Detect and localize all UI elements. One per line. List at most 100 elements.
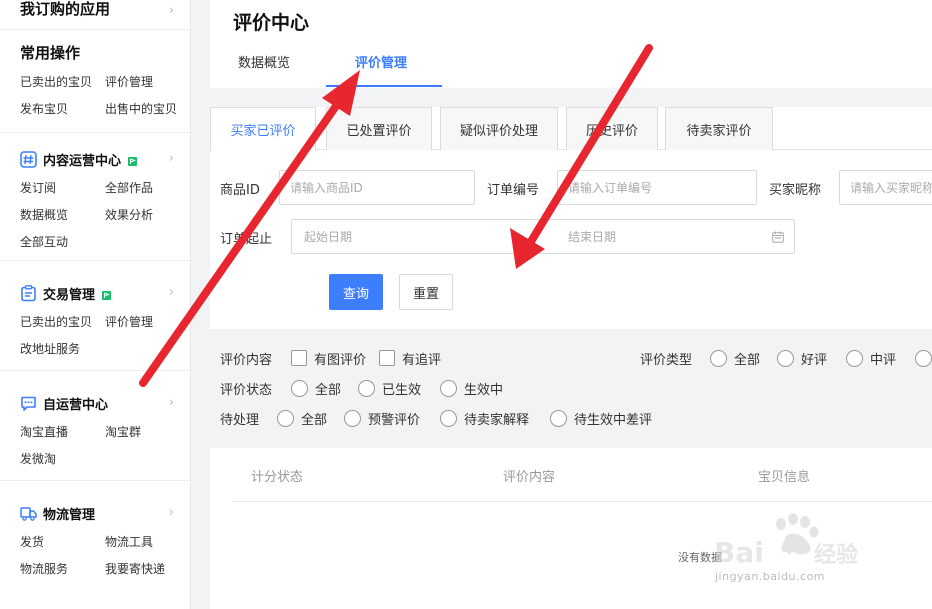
product-id-placeholder: 请输入商品ID [290,181,363,195]
tab-data-overview[interactable]: 数据概览 [238,52,290,71]
order-no-placeholder: 请输入订单编号 [568,181,653,195]
radio[interactable] [440,409,457,427]
filter-type-all[interactable]: 全部 [710,348,760,368]
filter-pending-warning[interactable]: 预警评价 [344,408,420,428]
subtab-history[interactable]: 历史评价 [566,107,658,150]
reset-button[interactable]: 重置 [399,274,453,310]
checkbox[interactable] [379,350,395,366]
sidebar-link[interactable]: 出售中的宝贝 [105,100,190,117]
filter-content-label: 评价内容 [220,352,273,368]
sidebar-link[interactable]: 评价管理 [105,73,190,90]
sidebar-section-title: 内容运营中心 [43,153,122,169]
sidebar-common-actions: 常用操作 已卖出的宝贝 评价管理 发布宝贝 出售中的宝贝 [0,30,190,133]
sidebar-link[interactable]: 发布宝贝 [20,100,105,117]
subtab-bar: 买家已评价 已处置评价 疑似评价处理 历史评价 待卖家评价 [210,107,932,151]
order-no-input[interactable]: 请输入订单编号 [557,170,757,205]
sidebar-common-title: 常用操作 [20,44,81,62]
radio[interactable] [291,379,308,397]
filter-pending-negative[interactable]: 待生效中差评 [550,408,652,428]
sidebar-link[interactable]: 淘宝直播 [20,423,105,440]
subtab-seller-pending[interactable]: 待卖家评价 [665,107,773,150]
chat-bubble-icon [20,395,37,412]
chevron-right-icon[interactable]: › [169,395,174,410]
sidebar-link[interactable]: 全部作品 [105,179,190,196]
watermark-url: jingyan.baidu.com [715,570,826,583]
subtab-suspected[interactable]: 疑似评价处理 [440,107,558,150]
option-label: 有追评 [402,352,442,368]
sidebar-link[interactable]: 全部互动 [20,233,105,250]
radio[interactable] [277,409,294,427]
filter-pending-all[interactable]: 全部 [277,408,327,428]
sidebar-link[interactable]: 已卖出的宝贝 [20,313,105,330]
filter-status-pending-effect[interactable]: 生效中 [440,378,503,398]
sidebar-link[interactable]: 数据概览 [20,206,105,223]
query-button[interactable]: 查询 [329,274,383,310]
app-root: 我订购的应用 › 常用操作 已卖出的宝贝 评价管理 发布宝贝 出售中的宝贝 内容… [0,0,932,609]
calendar-icon[interactable] [772,231,784,243]
order-no-label: 订单编号 [487,183,540,198]
option-label: 生效中 [464,382,504,398]
tab-review-management[interactable]: 评价管理 [355,52,407,71]
sidebar-top-title: 我订购的应用 [20,0,111,18]
chevron-right-icon[interactable]: › [169,505,174,520]
chevron-right-icon[interactable]: › [169,285,174,300]
sidebar-section-header[interactable]: 内容运营中心 [20,147,190,171]
filter-area: 评价内容 有图评价 有追评 评价类型 全部 好评 中评 评价状态 全部 已生效 … [210,330,932,430]
product-id-label: 商品ID [220,183,260,198]
filter-status-all[interactable]: 全部 [291,378,341,398]
sidebar-section-self-ops: 自运营中心 › 淘宝直播 淘宝群 发微淘 [0,371,190,481]
filter-status-effective[interactable]: 已生效 [358,378,421,398]
sidebar-link[interactable]: 发微淘 [20,450,105,467]
filter-option-with-images[interactable]: 有图评价 [291,348,366,368]
date-range-picker[interactable]: 起始日期 结束日期 [291,219,795,254]
sidebar-link[interactable]: 效果分析 [105,206,190,223]
filter-pending-seller-explain[interactable]: 待卖家解释 [440,408,529,428]
sidebar-section-content-ops: 内容运营中心 › 发订阅 全部作品 数据概览 效果分析 全部互动 [0,133,190,261]
sidebar-link[interactable]: 发订阅 [20,179,105,196]
active-tab-indicator [326,85,442,87]
radio[interactable] [440,379,457,397]
svg-text:du: du [770,546,796,567]
radio[interactable] [358,379,375,397]
checkbox[interactable] [291,350,307,366]
subtab-handled[interactable]: 已处置评价 [326,107,432,150]
sidebar-section-header[interactable]: 物流管理 [20,501,190,525]
filter-option-with-followup[interactable]: 有追评 [379,348,441,368]
sidebar-subscribed-apps[interactable]: 我订购的应用 › [0,0,190,30]
sidebar-link[interactable]: 改地址服务 [20,340,105,357]
sidebar-link[interactable]: 物流服务 [20,560,105,577]
sidebar-link[interactable]: 评价管理 [105,313,190,330]
radio[interactable] [777,349,794,367]
buyer-nick-label: 买家昵称 [769,183,822,198]
sidebar-link[interactable]: 已卖出的宝贝 [20,73,105,90]
chevron-right-icon[interactable]: › [169,151,174,166]
option-label: 好评 [801,352,828,368]
sidebar-link[interactable]: 发货 [20,533,105,550]
sidebar-section-header[interactable]: 交易管理 [20,281,190,305]
column-header-review-content: 评价内容 [503,470,556,485]
buyer-nick-input[interactable]: 请输入买家昵称 [839,170,932,205]
filter-type-more[interactable] [915,348,932,368]
option-label: 有图评价 [314,352,367,368]
radio[interactable] [550,409,567,427]
truck-icon [20,505,37,522]
radio[interactable] [710,349,727,367]
product-id-input[interactable]: 请输入商品ID [279,170,475,205]
sidebar-link[interactable]: 物流工具 [105,533,190,550]
filter-type-medium[interactable]: 中评 [846,348,896,368]
option-label: 已生效 [382,382,422,398]
radio[interactable] [846,349,863,367]
filter-pending-label: 待处理 [220,412,260,428]
sidebar-link[interactable]: 我要寄快递 [105,560,190,577]
sidebar-link[interactable]: 淘宝群 [105,423,190,440]
column-header-score-status: 计分状态 [251,470,304,485]
radio[interactable] [344,409,361,427]
filter-type-good[interactable]: 好评 [777,348,827,368]
subtab-buyer-reviewed[interactable]: 买家已评价 [210,107,316,151]
search-panel: 买家已评价 已处置评价 疑似评价处理 历史评价 待卖家评价 商品ID 请输入商品… [210,107,932,329]
sidebar-section-title: 自运营中心 [43,397,109,413]
sidebar-section-header[interactable]: 自运营中心 [20,391,190,415]
radio[interactable] [915,349,932,367]
chevron-right-icon[interactable]: › [169,3,174,18]
sidebar-section-title: 交易管理 [43,287,96,303]
